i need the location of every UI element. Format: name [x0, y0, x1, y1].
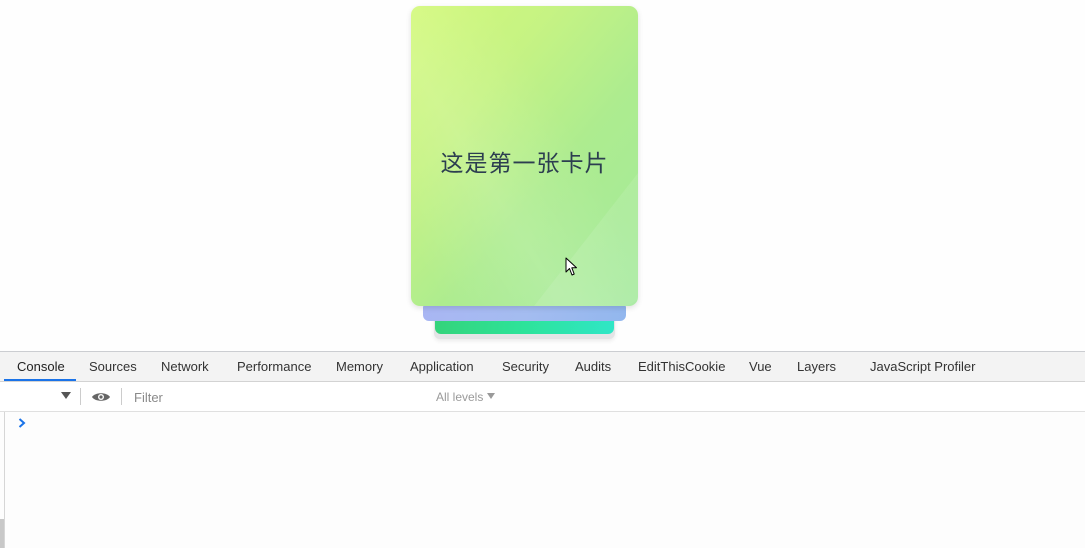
tab-performance[interactable]: Performance — [237, 352, 311, 381]
toolbar-divider — [80, 388, 81, 405]
tab-security[interactable]: Security — [502, 352, 549, 381]
chevron-right-icon — [18, 418, 26, 428]
filter-input[interactable] — [130, 386, 418, 408]
card-stack[interactable]: 这是第一张卡片 — [411, 6, 638, 341]
console-output[interactable] — [5, 412, 1085, 548]
caret-down-icon — [487, 393, 496, 399]
log-levels-dropdown[interactable]: All levels — [436, 390, 496, 404]
tab-network[interactable]: Network — [161, 352, 209, 381]
console-toolbar: All levels — [0, 382, 1085, 412]
card-first[interactable]: 这是第一张卡片 — [411, 6, 638, 306]
tab-application[interactable]: Application — [410, 352, 474, 381]
active-tab-indicator — [4, 379, 76, 381]
tab-javascript-profiler[interactable]: JavaScript Profiler — [870, 352, 975, 381]
devtools-panel: Console Sources Network Performance Memo… — [0, 351, 1085, 548]
tab-console[interactable]: Console — [17, 352, 65, 381]
cursor-arrow-icon — [565, 257, 577, 276]
tab-audits[interactable]: Audits — [575, 352, 611, 381]
chevron-down-icon[interactable] — [61, 392, 71, 399]
tab-vue[interactable]: Vue — [749, 352, 772, 381]
tab-memory[interactable]: Memory — [336, 352, 383, 381]
tab-layers[interactable]: Layers — [797, 352, 836, 381]
toolbar-divider — [121, 388, 122, 405]
card-title: 这是第一张卡片 — [440, 151, 609, 177]
devtools-tabbar: Console Sources Network Performance Memo… — [0, 352, 1085, 382]
left-scroll-handle[interactable] — [0, 519, 4, 548]
log-levels-label: All levels — [436, 390, 484, 404]
page-viewport: 这是第一张卡片 — [0, 0, 1085, 351]
eye-icon[interactable] — [91, 391, 111, 403]
tab-sources[interactable]: Sources — [89, 352, 137, 381]
tab-editthiscookie[interactable]: EditThisCookie — [638, 352, 725, 381]
